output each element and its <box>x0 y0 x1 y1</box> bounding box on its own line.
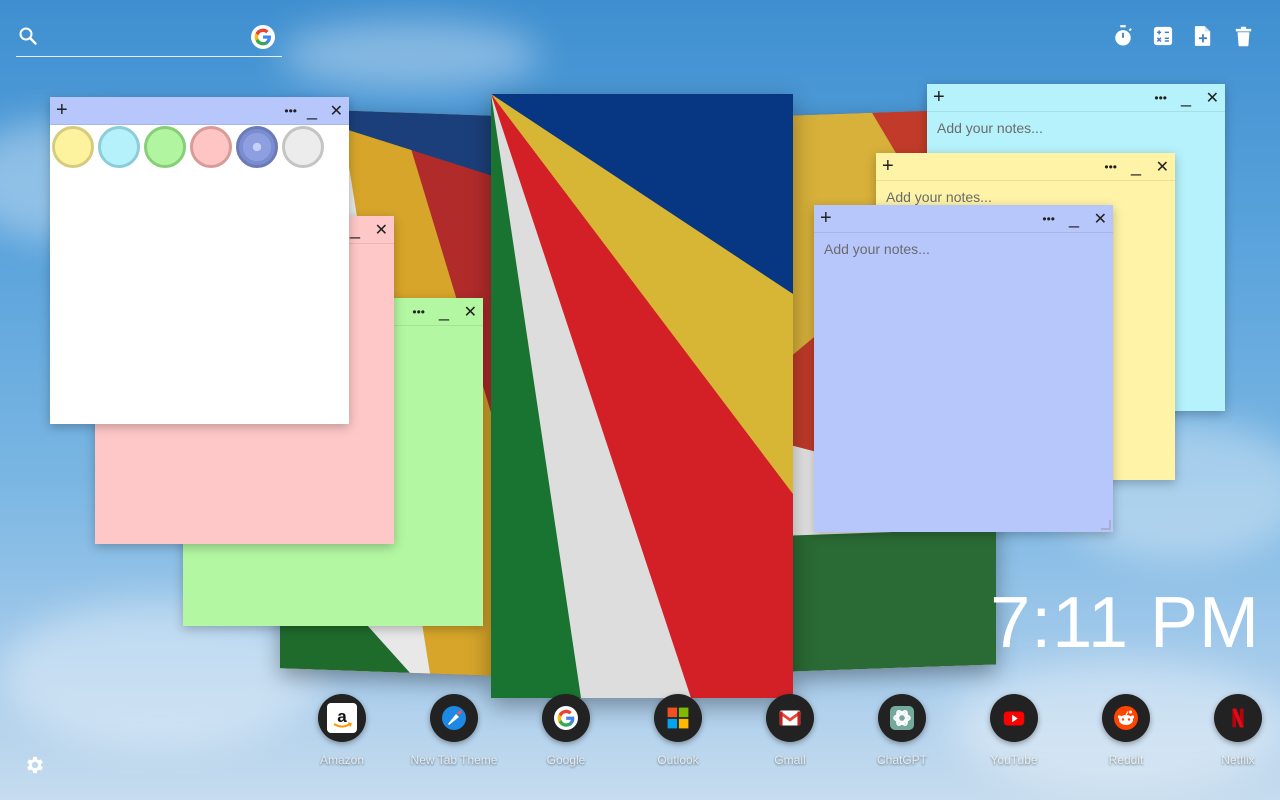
netflix-icon <box>1214 694 1262 742</box>
chatgpt-icon <box>878 694 926 742</box>
search-input[interactable] <box>48 24 252 52</box>
add-note-icon[interactable]: + <box>820 205 832 232</box>
note-body <box>814 233 1113 532</box>
note-header: + ••• _ ✕ <box>927 84 1225 112</box>
minimize-icon[interactable]: _ <box>1131 153 1141 180</box>
shortcut-label: YouTube <box>990 753 1038 767</box>
shortcut-netflix[interactable]: Netflix <box>1182 694 1280 767</box>
gmail-icon <box>766 694 814 742</box>
clock: 7:11 PM <box>990 583 1260 663</box>
minimize-icon[interactable]: _ <box>1069 205 1079 232</box>
note-header: + ••• _ ✕ <box>876 153 1175 181</box>
shortcut-label: Outlook <box>657 753 699 767</box>
new-tab-theme-icon <box>430 694 478 742</box>
flag-panel-center[interactable] <box>491 94 793 698</box>
shortcut-reddit[interactable]: Reddit <box>1070 694 1182 767</box>
youtube-icon <box>990 694 1038 742</box>
more-icon[interactable]: ••• <box>1154 84 1167 111</box>
close-icon[interactable]: ✕ <box>330 97 343 124</box>
timer-icon[interactable] <box>1112 24 1134 48</box>
search-bar <box>16 22 282 57</box>
color-swatch-pink[interactable] <box>190 126 232 168</box>
trash-icon[interactable] <box>1232 24 1254 48</box>
shortcut-chatgpt[interactable]: ChatGPT <box>846 694 958 767</box>
color-palette <box>52 126 324 168</box>
sticky-note-periwinkle[interactable]: + ••• _ ✕ <box>814 205 1113 532</box>
shortcut-label: Netflix <box>1221 753 1255 767</box>
top-toolbar <box>1112 24 1254 48</box>
resize-handle[interactable] <box>1101 520 1111 530</box>
color-swatch-cyan[interactable] <box>98 126 140 168</box>
google-icon[interactable] <box>251 25 275 49</box>
add-note-icon[interactable]: + <box>933 84 945 111</box>
shortcut-amazon[interactable]: a Amazon <box>286 694 398 767</box>
shortcut-new-tab-theme[interactable]: New Tab Theme <box>398 694 510 767</box>
sticky-note-white[interactable]: + ••• _ ✕ <box>50 97 349 424</box>
color-swatch-blue[interactable] <box>236 126 278 168</box>
color-swatch-green[interactable] <box>144 126 186 168</box>
more-icon[interactable]: ••• <box>1104 153 1117 180</box>
shortcut-label: Gmail <box>774 753 806 767</box>
cloud <box>280 20 540 90</box>
color-swatch-gray[interactable] <box>282 126 324 168</box>
calculator-icon[interactable] <box>1152 24 1174 48</box>
more-icon[interactable]: ••• <box>1042 205 1055 232</box>
shortcut-google[interactable]: Google <box>510 694 622 767</box>
minimize-icon[interactable]: _ <box>1181 84 1191 111</box>
add-note-icon[interactable]: + <box>56 97 68 124</box>
google-icon <box>542 694 590 742</box>
close-icon[interactable]: ✕ <box>1156 153 1169 180</box>
note-header: + ••• _ ✕ <box>50 97 349 125</box>
add-note-icon[interactable]: + <box>882 153 894 180</box>
close-icon[interactable]: ✕ <box>464 298 477 325</box>
shortcut-label: Reddit <box>1108 753 1144 767</box>
app-dock: a Amazon New Tab Theme Google Outlook Gm… <box>286 694 1280 767</box>
more-icon[interactable]: ••• <box>284 97 297 124</box>
close-icon[interactable]: ✕ <box>1094 205 1107 232</box>
minimize-icon[interactable]: _ <box>307 97 317 124</box>
shortcut-label: ChatGPT <box>876 753 927 767</box>
svg-text:a: a <box>337 707 347 726</box>
shortcut-youtube[interactable]: YouTube <box>958 694 1070 767</box>
amazon-icon: a <box>318 694 366 742</box>
close-icon[interactable]: ✕ <box>375 216 388 243</box>
color-swatch-yellow[interactable] <box>52 126 94 168</box>
shortcut-label: New Tab Theme <box>410 753 498 767</box>
minimize-icon[interactable]: _ <box>350 216 360 243</box>
close-icon[interactable]: ✕ <box>1206 84 1219 111</box>
minimize-icon[interactable]: _ <box>439 298 449 325</box>
note-header: + ••• _ ✕ <box>814 205 1113 233</box>
outlook-icon <box>654 694 702 742</box>
search-icon[interactable] <box>18 26 38 46</box>
shortcut-label: Amazon <box>319 753 365 767</box>
shortcut-outlook[interactable]: Outlook <box>622 694 734 767</box>
more-icon[interactable]: ••• <box>412 298 425 325</box>
shortcut-label: Google <box>546 753 586 767</box>
new-note-icon[interactable] <box>1192 24 1214 48</box>
note-textarea[interactable] <box>814 233 1113 532</box>
gear-icon[interactable] <box>24 754 46 776</box>
shortcut-gmail[interactable]: Gmail <box>734 694 846 767</box>
reddit-icon <box>1102 694 1150 742</box>
